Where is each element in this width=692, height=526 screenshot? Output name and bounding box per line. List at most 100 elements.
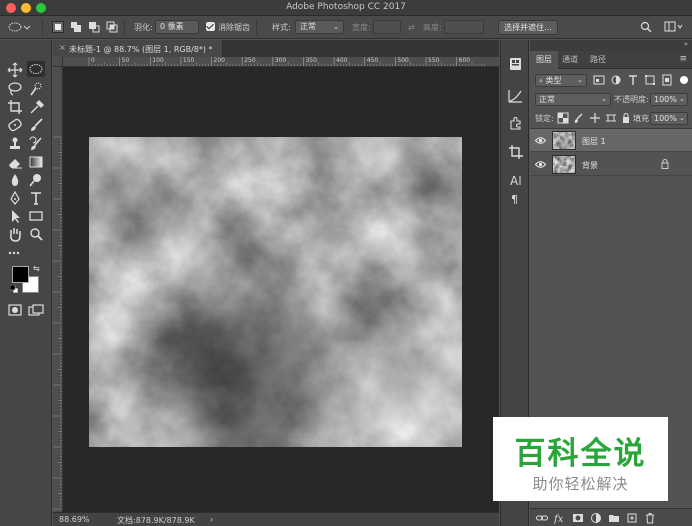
document-canvas[interactable] [89,137,462,447]
intersect-selection-icon[interactable] [106,21,118,33]
filter-type-icon[interactable] [627,74,639,86]
healing-brush-tool-icon[interactable] [6,117,24,133]
move-tool-icon[interactable] [6,62,24,78]
eye-icon[interactable] [534,160,547,169]
width-input[interactable] [373,20,401,34]
height-input[interactable] [444,20,484,34]
ruler-origin[interactable] [53,57,63,67]
new-group-icon[interactable] [608,512,620,524]
blur-tool-icon[interactable] [6,172,24,188]
hand-tool-icon[interactable] [6,226,24,242]
feather-label: 羽化: [134,23,153,32]
filter-toggle[interactable] [680,76,688,84]
path-selection-tool-icon[interactable] [6,208,24,224]
history-brush-tool-icon[interactable] [27,136,45,152]
tab-paths[interactable]: 路径 [584,51,612,69]
opacity-input[interactable]: 100% ⌄ [650,93,688,106]
horizontal-ruler[interactable]: 0 50 100 150 200 250 300 350 400 450 500 550 600 [63,57,499,67]
close-tab-icon[interactable]: × [59,43,66,52]
more-tools-icon[interactable] [6,245,24,261]
filter-smart-object-icon[interactable] [661,74,673,86]
panel-collapse-icon[interactable]: » [684,40,688,48]
panel-header[interactable]: » [530,40,692,51]
blend-mode-value: 正常 [539,95,555,104]
document-tab[interactable]: × 未标题-1 @ 88.7% (图层 1, RGB/8*) * [53,40,223,57]
new-adjustment-layer-icon[interactable] [590,512,602,524]
clone-stamp-tool-icon[interactable] [6,136,24,152]
ruler-label: 100 [152,57,164,64]
add-mask-icon[interactable] [572,512,584,524]
lasso-tool-icon[interactable] [6,81,24,97]
blend-mode-select[interactable]: 正常 ⌄ [535,93,611,106]
layer-kind-filter[interactable]: ⌕ 类型 ⌄ [535,74,587,87]
canvas-workspace[interactable] [63,67,499,512]
layer-name[interactable]: 图层 1 [582,136,606,147]
opacity-label: 不透明度: [614,95,649,104]
width-label: 宽度: [352,23,371,32]
antialias-checkbox[interactable] [206,22,215,31]
select-and-mask-button[interactable]: 选择并遮住... [498,20,558,35]
layer-row[interactable]: 图层 1 [530,129,692,152]
style-select[interactable]: 正常 ⌄ [295,20,344,34]
default-colors-icon[interactable] [9,284,19,294]
link-layers-icon[interactable] [536,512,548,524]
vertical-ruler[interactable] [53,67,63,512]
zoom-level[interactable]: 88.69% [59,515,90,524]
foreground-color-swatch[interactable] [12,266,29,283]
elliptical-marquee-preset-icon[interactable] [8,21,31,33]
quick-mask-icon[interactable] [6,302,24,318]
curves-adjustment-icon[interactable] [507,88,524,104]
subtract-from-selection-icon[interactable] [88,21,100,33]
pen-tool-icon[interactable] [6,190,24,206]
gradient-tool-icon[interactable] [27,154,45,170]
tools-panel: ⇆ [0,40,52,526]
layer-row[interactable]: 背景 [530,153,692,176]
eraser-tool-icon[interactable] [6,154,24,170]
add-to-selection-icon[interactable] [70,21,82,33]
lock-transparent-pixels-icon[interactable] [557,112,569,124]
lock-position-icon[interactable] [589,112,601,124]
lock-icon[interactable] [661,159,669,169]
eye-icon[interactable] [534,136,547,145]
screen-mode-icon[interactable] [27,302,45,318]
tab-channels[interactable]: 通道 [556,51,584,69]
chevron-down-icon: ⌄ [577,76,583,84]
paragraph-panel-icon[interactable]: ¶ [507,190,524,206]
layer-style-icon[interactable]: fx [553,512,566,525]
type-tool-icon[interactable] [27,190,45,206]
libraries-icon[interactable] [507,56,524,72]
panel-menu-icon[interactable]: ≡ [679,54,687,64]
filter-shape-icon[interactable] [644,74,656,86]
zoom-tool-icon[interactable] [27,226,45,242]
dodge-tool-icon[interactable] [27,172,45,188]
plugins-icon[interactable] [507,115,524,131]
filter-adjustment-icon[interactable] [610,74,622,86]
tab-layers[interactable]: 图层 [530,51,558,69]
swap-icon[interactable]: ⇄ [408,21,415,34]
lock-image-pixels-icon[interactable] [573,112,585,124]
title-bar: Adobe Photoshop CC 2017 [0,0,692,16]
rectangle-tool-icon[interactable] [27,208,45,224]
lock-all-icon[interactable] [620,112,632,124]
crop-tool-icon[interactable] [6,99,24,115]
delete-layer-icon[interactable] [644,512,656,524]
new-layer-icon[interactable] [626,512,638,524]
lock-artboard-icon[interactable] [605,112,617,124]
ruler-label: 250 [244,57,256,64]
quick-selection-tool-icon[interactable] [27,81,45,97]
filter-pixel-icon[interactable] [593,74,605,86]
new-selection-icon[interactable] [52,21,64,33]
layer-name[interactable]: 背景 [582,160,598,171]
fill-input[interactable]: 100% ⌄ [650,112,688,125]
swap-colors-icon[interactable]: ⇆ [33,264,40,273]
search-icon[interactable] [640,21,652,33]
workspace-icon[interactable] [664,21,683,33]
fill-value: 100% [654,114,677,123]
eyedropper-tool-icon[interactable] [27,99,45,115]
status-menu-arrow[interactable]: › [210,515,213,524]
crop-properties-icon[interactable] [507,144,524,160]
elliptical-marquee-tool-icon[interactable] [27,61,45,77]
feather-input[interactable]: 0 像素 [155,20,199,34]
character-panel-icon[interactable]: A [507,172,524,188]
brush-tool-icon[interactable] [27,117,45,133]
